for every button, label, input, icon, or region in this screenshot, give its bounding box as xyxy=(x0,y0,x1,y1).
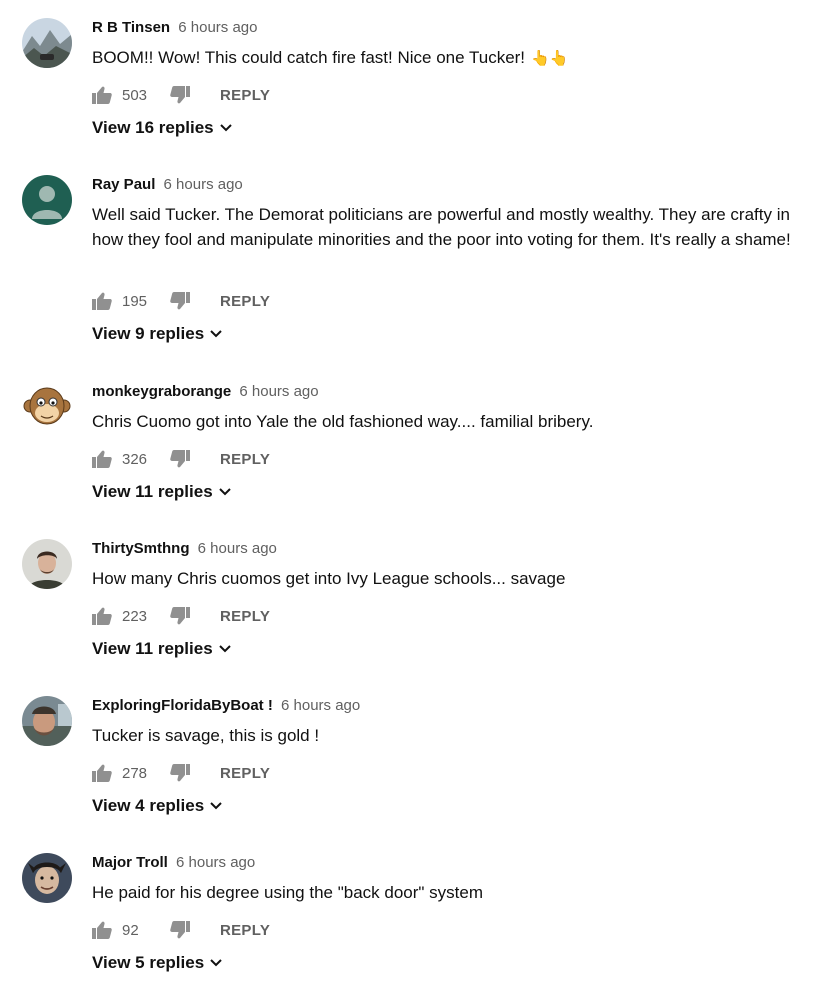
view-replies-button[interactable]: View 9 replies xyxy=(92,324,222,344)
mountain-landscape-avatar-icon xyxy=(22,18,72,68)
view-replies-label: View 5 replies xyxy=(92,953,205,972)
like-count: 92 xyxy=(122,921,139,939)
emoji: 👆👆 xyxy=(531,50,569,67)
comment-thread: Major Troll 6 hours ago He paid for his … xyxy=(0,835,814,985)
person-photo-avatar-icon xyxy=(22,539,72,589)
like-icon[interactable] xyxy=(92,764,112,782)
dislike-icon[interactable] xyxy=(170,921,190,939)
chevron-down-icon xyxy=(210,330,222,338)
dislike-icon[interactable] xyxy=(170,450,190,468)
view-replies-label: View 16 replies xyxy=(92,118,214,137)
view-replies-label: View 9 replies xyxy=(92,324,205,343)
comment-text: He paid for his degree using the "back d… xyxy=(92,883,483,902)
avatar[interactable] xyxy=(22,18,72,68)
reply-button[interactable]: REPLY xyxy=(220,608,270,625)
dislike-icon[interactable] xyxy=(170,292,190,310)
chevron-down-icon xyxy=(218,488,231,496)
avatar[interactable] xyxy=(22,382,72,432)
avatar[interactable] xyxy=(22,539,72,589)
default-user-avatar-icon xyxy=(22,175,72,225)
comment-actions: 92 REPLY xyxy=(92,918,270,942)
dislike-icon[interactable] xyxy=(170,764,190,782)
view-replies-button[interactable]: View 11 replies xyxy=(92,482,231,502)
comment-timestamp[interactable]: 6 hours ago xyxy=(164,176,243,193)
view-replies-button[interactable]: View 5 replies xyxy=(92,953,222,973)
comment-header: Major Troll 6 hours ago xyxy=(92,853,255,873)
like-count: 223 xyxy=(122,607,148,625)
comments-list: R B Tinsen 6 hours ago BOOM!! Wow! This … xyxy=(0,0,814,994)
view-replies-label: View 4 replies xyxy=(92,796,205,815)
like-count: 503 xyxy=(122,86,148,104)
comment-actions: 278 REPLY xyxy=(92,761,270,785)
like-icon[interactable] xyxy=(92,86,112,104)
reply-button[interactable]: REPLY xyxy=(220,765,270,782)
comment-actions: 503 REPLY xyxy=(92,83,270,107)
comment-thread: Ray Paul 6 hours ago Well said Tucker. T… xyxy=(0,157,814,357)
comment-header: R B Tinsen 6 hours ago xyxy=(92,18,257,38)
reply-button[interactable]: REPLY xyxy=(220,922,270,939)
monkey-avatar-icon xyxy=(22,382,72,432)
comment-text: Chris Cuomo got into Yale the old fashio… xyxy=(92,412,594,431)
like-count: 278 xyxy=(122,764,148,782)
avatar[interactable] xyxy=(22,853,72,903)
comment-timestamp[interactable]: 6 hours ago xyxy=(281,697,360,714)
chevron-down-icon xyxy=(218,645,231,653)
author-name[interactable]: ThirtySmthng xyxy=(92,540,190,557)
dislike-icon[interactable] xyxy=(170,607,190,625)
comment-header: monkeygraborange 6 hours ago xyxy=(92,382,319,402)
comment-text: BOOM!! Wow! This could catch fire fast! … xyxy=(92,45,804,71)
comment-text: How many Chris cuomos get into Ivy Leagu… xyxy=(92,569,566,588)
comment-thread: R B Tinsen 6 hours ago BOOM!! Wow! This … xyxy=(0,0,814,150)
person-photo-avatar-icon xyxy=(22,696,72,746)
comment-thread: ExploringFloridaByBoat ! 6 hours ago Tuc… xyxy=(0,678,814,828)
like-icon[interactable] xyxy=(92,450,112,468)
chevron-down-icon xyxy=(219,124,232,132)
reply-button[interactable]: REPLY xyxy=(220,451,270,468)
dislike-icon[interactable] xyxy=(170,86,190,104)
view-replies-button[interactable]: View 16 replies xyxy=(92,118,232,138)
view-replies-button[interactable]: View 4 replies xyxy=(92,796,222,816)
comment-text: Well said Tucker. The Demorat politician… xyxy=(92,205,791,249)
view-replies-label: View 11 replies xyxy=(92,639,213,658)
author-name[interactable]: R B Tinsen xyxy=(92,19,170,36)
avatar[interactable] xyxy=(22,175,72,225)
author-name[interactable]: Ray Paul xyxy=(92,176,155,193)
like-icon[interactable] xyxy=(92,607,112,625)
like-icon[interactable] xyxy=(92,292,112,310)
person-photo-avatar-icon xyxy=(22,853,72,903)
comment-timestamp[interactable]: 6 hours ago xyxy=(176,854,255,871)
comment-timestamp[interactable]: 6 hours ago xyxy=(198,540,277,557)
like-count: 326 xyxy=(122,450,148,468)
comment-timestamp[interactable]: 6 hours ago xyxy=(178,19,257,36)
comment-header: ExploringFloridaByBoat ! 6 hours ago xyxy=(92,696,360,716)
author-name[interactable]: monkeygraborange xyxy=(92,383,231,400)
author-name[interactable]: ExploringFloridaByBoat ! xyxy=(92,697,273,714)
author-name[interactable]: Major Troll xyxy=(92,854,168,871)
view-replies-button[interactable]: View 11 replies xyxy=(92,639,231,659)
comment-actions: 223 REPLY xyxy=(92,604,270,628)
reply-button[interactable]: REPLY xyxy=(220,293,270,310)
comment-thread: monkeygraborange 6 hours ago Chris Cuomo… xyxy=(0,364,814,514)
reply-button[interactable]: REPLY xyxy=(220,87,270,104)
comment-text: Tucker is savage, this is gold ! xyxy=(92,726,320,745)
comment-header: Ray Paul 6 hours ago xyxy=(92,175,243,195)
like-icon[interactable] xyxy=(92,921,112,939)
comment-header: ThirtySmthng 6 hours ago xyxy=(92,539,277,559)
view-replies-label: View 11 replies xyxy=(92,482,213,501)
comment-thread: ThirtySmthng 6 hours ago How many Chris … xyxy=(0,521,814,671)
like-count: 195 xyxy=(122,292,148,310)
chevron-down-icon xyxy=(210,802,222,810)
comment-actions: 326 REPLY xyxy=(92,447,270,471)
avatar[interactable] xyxy=(22,696,72,746)
comment-timestamp[interactable]: 6 hours ago xyxy=(239,383,318,400)
comment-body: BOOM!! Wow! This could catch fire fast! … xyxy=(92,48,526,67)
chevron-down-icon xyxy=(210,959,222,967)
comment-actions: 195 REPLY xyxy=(92,289,270,313)
